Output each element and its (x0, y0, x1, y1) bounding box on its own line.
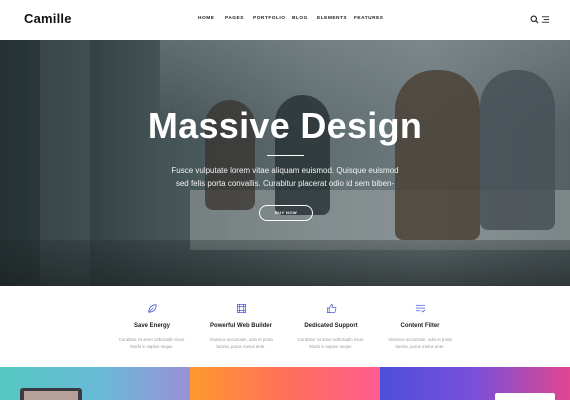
hero-subtitle-line-2: sed felis porta convallis. Curabitur pla… (175, 178, 395, 188)
site-header: Camille HOME PAGES PORTFOLIO BLOG ELEMEN… (0, 0, 570, 40)
feature-text-line-2: Morbi in sapien neque. (309, 344, 353, 349)
feature-text-line-1: Vivamus accumsan, odio et porta (388, 337, 452, 342)
checklist-icon (415, 304, 426, 313)
search-icon[interactable] (530, 15, 539, 24)
features-section: Save Energy Curabitur sit amet sollicitu… (0, 286, 570, 367)
feature-text-line-2: lacinia, purus metus ante. (395, 344, 445, 349)
menu-icon[interactable] (541, 15, 550, 24)
feature-text: Curabitur sit amet sollicitudin risus. M… (283, 336, 379, 350)
feature-text-line-2: lacinia, purus metus ante. (216, 344, 266, 349)
feature-title: Save Energy (133, 323, 171, 329)
laptop-mockup-screen (24, 391, 78, 400)
feature-text-line-1: Vivamus accumsan, odio et porta (209, 337, 273, 342)
feature-text-line-1: Curabitur sit amet sollicitudin risus. (297, 337, 365, 342)
hero-subtitle: Fusce vulputate lorem vitae aliquam euis… (160, 165, 410, 190)
leaf-icon (148, 304, 157, 313)
nav-item-portfolio[interactable]: PORTFOLIO (253, 16, 285, 21)
site-logo[interactable]: Camille (24, 11, 72, 26)
nav-item-home[interactable]: HOME (198, 16, 214, 21)
feature-title: Powerful Web Builder (210, 323, 272, 329)
nav-item-blog[interactable]: BLOG (292, 16, 308, 21)
hero-section (0, 40, 570, 286)
feature-title: Content Filter (400, 323, 440, 329)
nav-item-pages[interactable]: PAGES (225, 16, 244, 21)
feature-title: Dedicated Support (304, 323, 358, 329)
feature-text: Vivamus accumsan, odio et porta lacinia,… (372, 336, 468, 350)
nav-item-elements[interactable]: ELEMENTS (317, 16, 347, 21)
thumbs-up-icon (327, 304, 337, 313)
device-mockup (495, 393, 555, 400)
nav-item-features[interactable]: FEATURES (354, 16, 384, 21)
hero-divider (267, 155, 304, 156)
showcase-tile-2[interactable] (190, 367, 380, 400)
feature-text-line-1: Curabitur sit amet sollicitudin risus. (118, 337, 186, 342)
feature-text: Vivamus accumsan, odio et porta lacinia,… (193, 336, 289, 350)
grid-icon (236, 303, 247, 314)
feature-text-line-2: Morbi in sapien neque. (130, 344, 174, 349)
hero-title: Massive Design (147, 105, 423, 146)
feature-text: Curabitur sit amet sollicitudin risus. M… (104, 336, 200, 350)
buy-now-button[interactable]: BUY NOW (259, 205, 313, 221)
hero-subtitle-line-1: Fusce vulputate lorem vitae aliquam euis… (171, 166, 399, 175)
hero-overlay (0, 40, 570, 286)
